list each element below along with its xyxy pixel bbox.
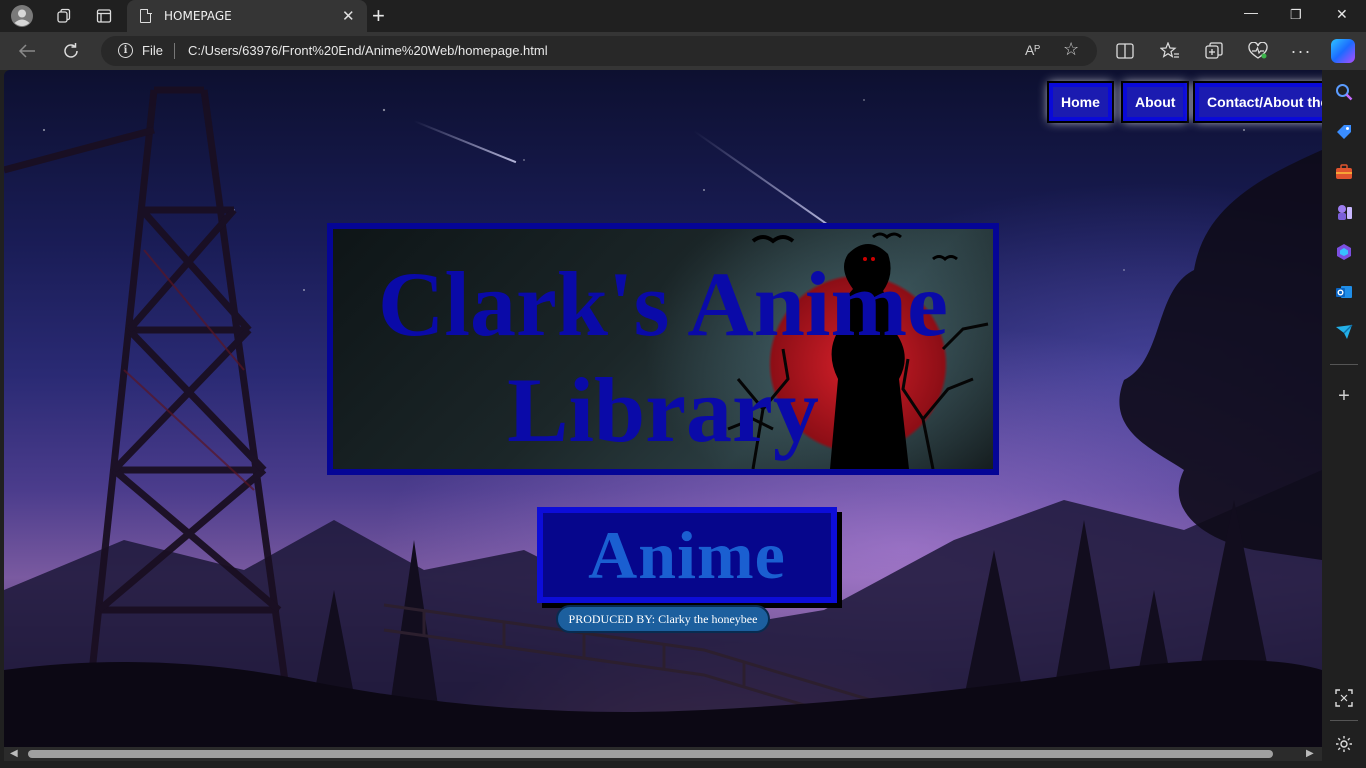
favorite-star-icon[interactable]: ☆ [1063,39,1079,60]
close-window-button[interactable]: ✕ [1336,6,1348,23]
page-title: Clark's Anime Library [378,253,948,461]
scroll-right-icon[interactable]: ▶ [1306,748,1314,759]
workspaces-icon[interactable] [50,4,78,28]
tab-actions-icon[interactable] [90,4,118,28]
settings-icon[interactable] [1334,734,1354,754]
nav-home-button[interactable]: Home [1047,81,1114,123]
anime-button[interactable]: Anime [537,507,837,603]
new-tab-button[interactable]: + [372,3,385,29]
title-banner: Clark's Anime Library [327,223,999,475]
address-bar[interactable]: i File C:/Users/63976/Front%20End/Anime%… [101,36,1097,66]
sidebar-separator [1330,720,1358,721]
page-icon [140,8,152,23]
tools-icon[interactable] [1334,162,1354,182]
search-icon[interactable] [1334,82,1354,102]
nav-contact-button[interactable]: Contact/About the d [1193,81,1322,123]
collections-icon[interactable] [1203,40,1225,62]
credit-badge: PRODUCED BY: Clarky the honeybee [556,605,770,633]
back-arrow-icon[interactable] [14,39,40,63]
send-icon[interactable] [1334,322,1354,342]
browser-essentials-icon[interactable] [1247,40,1269,62]
anime-button-label: Anime [588,516,786,593]
site-info-icon[interactable]: i [118,43,133,58]
tab-homepage[interactable]: HOMEPAGE ✕ [127,0,367,32]
tab-title: HOMEPAGE [164,9,232,23]
minimize-button[interactable]: — [1244,4,1258,20]
scrollbar-thumb[interactable] [28,750,1273,758]
horizontal-scrollbar[interactable]: ◀ ▶ [4,747,1322,761]
office-icon[interactable] [1334,242,1354,262]
refresh-icon[interactable] [58,39,84,63]
browser-toolbar: i File C:/Users/63976/Front%20End/Anime%… [0,32,1366,70]
add-icon[interactable]: + [1334,385,1354,407]
scroll-left-icon[interactable]: ◀ [10,748,18,759]
read-aloud-icon[interactable]: Aᴾ [1025,42,1040,58]
favorites-icon[interactable] [1159,40,1181,62]
address-separator [174,43,175,59]
nav-about-button[interactable]: About [1120,81,1190,123]
edge-sidebar: + [1322,70,1366,768]
split-screen-icon[interactable] [1114,40,1136,62]
page-viewport: Home About Contact/About the d Clark's A… [4,70,1322,747]
maximize-button[interactable]: ❐ [1290,7,1302,23]
url-text[interactable]: C:/Users/63976/Front%20End/Anime%20Web/h… [188,43,548,58]
more-icon[interactable]: ··· [1290,40,1312,62]
games-icon[interactable] [1334,202,1354,222]
tab-close-icon[interactable]: ✕ [342,7,355,25]
profile-icon[interactable] [8,4,36,28]
scheme-label: File [142,43,163,58]
copilot-icon[interactable] [1331,39,1355,63]
sidebar-separator [1330,364,1358,365]
browser-title-bar: HOMEPAGE ✕ + — ❐ ✕ [0,0,1366,32]
outlook-icon[interactable] [1334,282,1354,302]
screenshot-icon[interactable] [1334,688,1354,708]
shopping-icon[interactable] [1334,122,1354,142]
